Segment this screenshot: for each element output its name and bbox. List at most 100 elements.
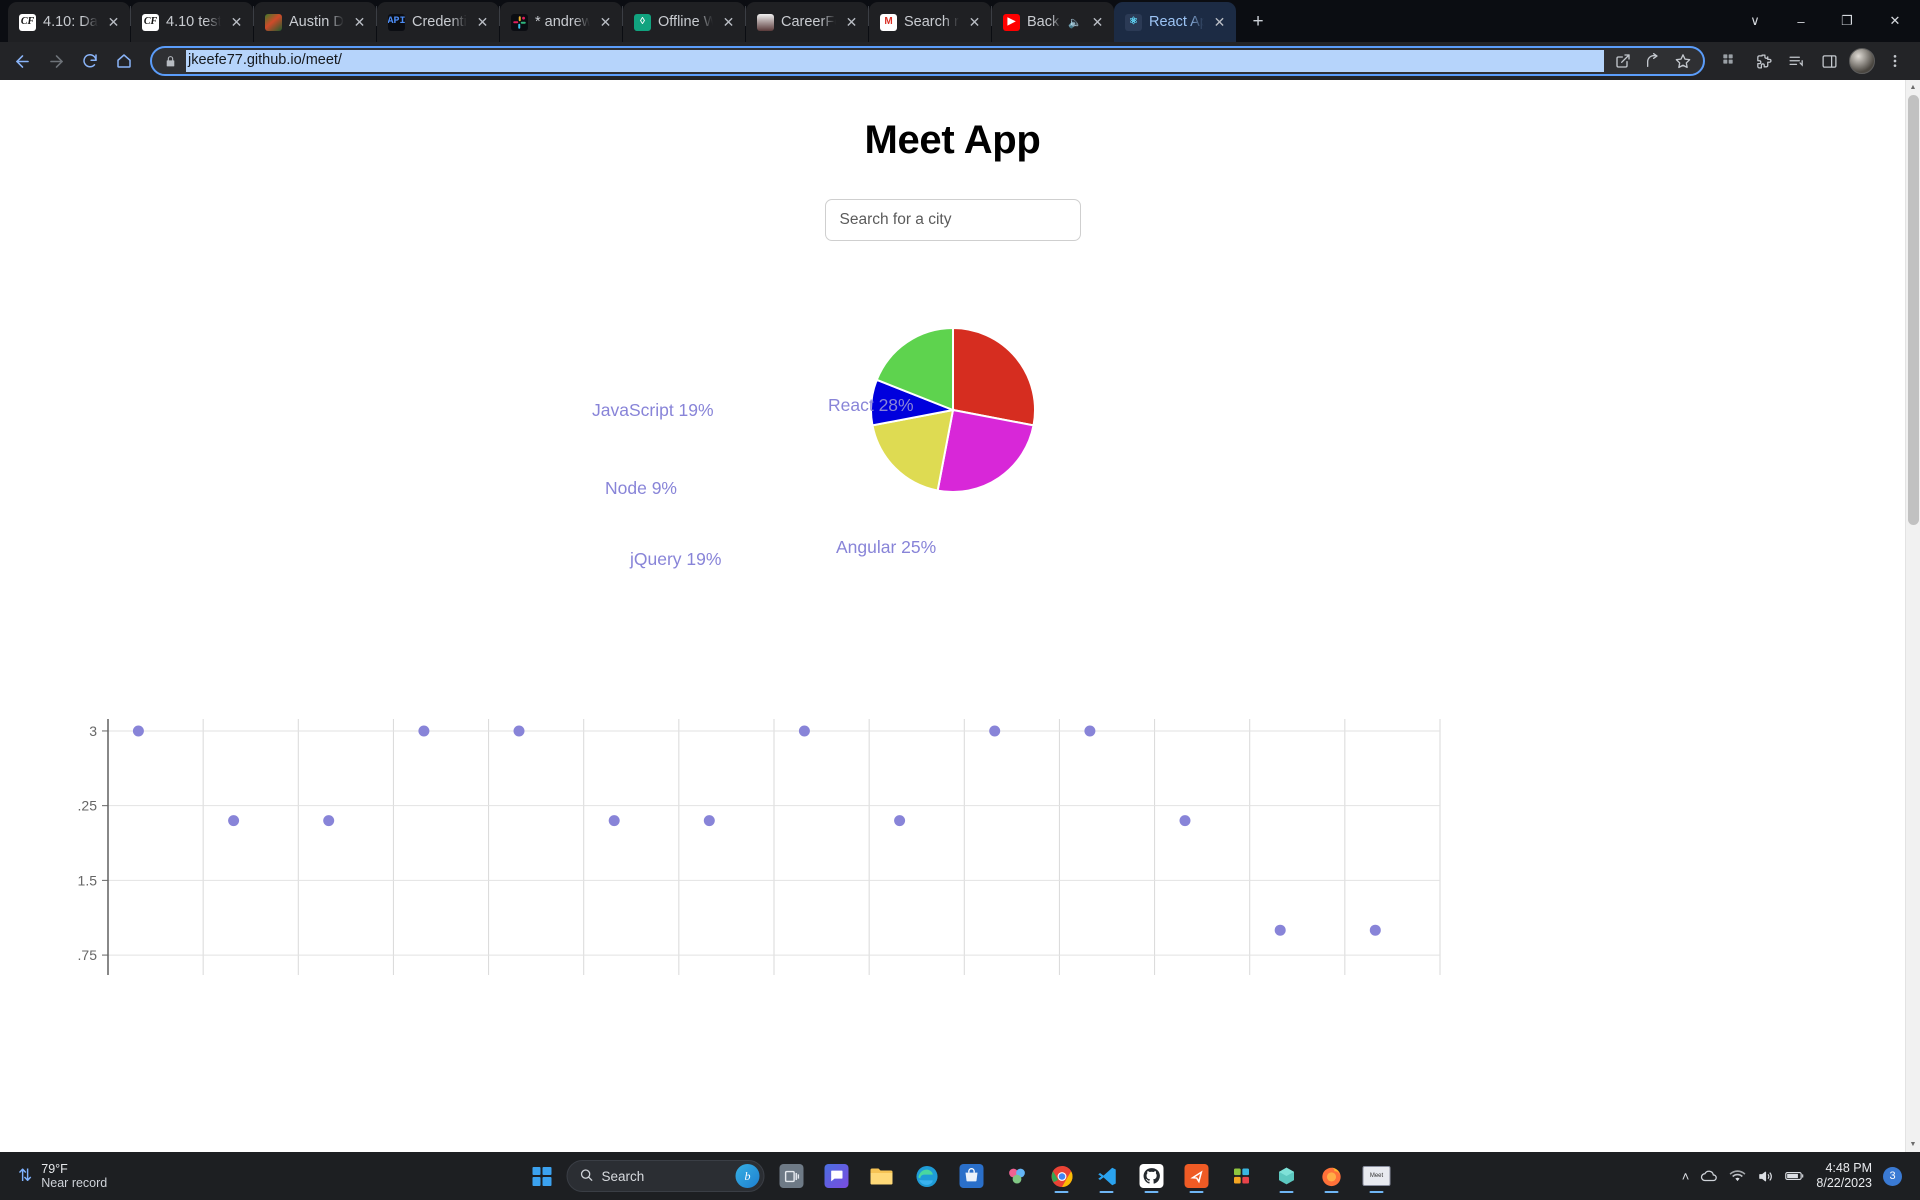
side-panel-icon[interactable]: [1814, 46, 1844, 76]
browser-tab-8[interactable]: ▶ Back To 🔈 ✕: [992, 2, 1114, 42]
careerfoundry-logo-icon: [757, 13, 774, 31]
taskbar-app-github-desktop[interactable]: [1134, 1158, 1170, 1194]
scatter-point[interactable]: [1369, 924, 1381, 936]
taskbar-app-file-explorer[interactable]: [864, 1158, 900, 1194]
scatter-point[interactable]: [1179, 815, 1191, 827]
tray-chevron-icon[interactable]: ˄: [1682, 1169, 1690, 1184]
close-icon[interactable]: ✕: [1089, 14, 1106, 31]
close-icon[interactable]: ✕: [1211, 14, 1228, 31]
star-icon[interactable]: [1673, 51, 1693, 71]
wifi-icon[interactable]: [1729, 1169, 1746, 1183]
windows-logo-icon: [532, 1166, 551, 1186]
scatter-point[interactable]: [703, 815, 715, 827]
careerfoundry-icon: CF: [142, 13, 159, 31]
taskbar-app-settings[interactable]: [1224, 1158, 1260, 1194]
city-search-input[interactable]: [824, 199, 1081, 241]
scatter-point[interactable]: [608, 815, 620, 827]
close-icon[interactable]: ✕: [474, 14, 491, 31]
bing-badge-icon[interactable]: b: [735, 1164, 760, 1188]
taskbar-app-postman[interactable]: [1179, 1158, 1215, 1194]
scatter-point[interactable]: [989, 725, 1001, 737]
new-tab-button[interactable]: +: [1243, 7, 1273, 37]
pie-label-angular: Angular 25%: [836, 537, 937, 557]
battery-icon[interactable]: [1785, 1170, 1805, 1182]
forward-icon[interactable]: [40, 45, 72, 77]
scatter-point[interactable]: [1084, 725, 1096, 737]
close-window-button[interactable]: ✕: [1870, 0, 1920, 42]
audio-playing-icon[interactable]: 🔈: [1068, 16, 1082, 29]
lock-icon[interactable]: [164, 55, 177, 68]
scatter-point[interactable]: [894, 815, 906, 827]
back-icon[interactable]: [6, 45, 38, 77]
taskbar-app-task-view[interactable]: [774, 1158, 810, 1194]
task-view-icon: [779, 1164, 804, 1188]
minimize-button[interactable]: –: [1778, 0, 1824, 42]
volume-icon[interactable]: [1757, 1169, 1774, 1184]
scatter-point[interactable]: [513, 725, 525, 737]
close-icon[interactable]: ✕: [843, 14, 860, 31]
close-icon[interactable]: ✕: [720, 14, 737, 31]
browser-tab-6[interactable]: CareerFoun ✕: [746, 2, 868, 42]
puzzle-icon[interactable]: [1748, 46, 1778, 76]
taskbar-app-chat[interactable]: [819, 1158, 855, 1194]
pie-slice-angular[interactable]: [935, 408, 1035, 493]
taskbar-app-unknown[interactable]: [1269, 1158, 1305, 1194]
taskbar-search-box[interactable]: Search b: [566, 1160, 765, 1192]
close-icon[interactable]: ✕: [351, 14, 368, 31]
cloud-icon[interactable]: [1700, 1169, 1718, 1183]
page-scrollbar[interactable]: ▲ ▼: [1905, 80, 1920, 1152]
close-icon[interactable]: ✕: [228, 14, 245, 31]
firefox-icon: [1320, 1164, 1344, 1188]
scrollbar-thumb[interactable]: [1908, 95, 1919, 525]
maximize-button[interactable]: ❐: [1824, 0, 1870, 42]
scatter-point[interactable]: [418, 725, 430, 737]
scatter-point[interactable]: [798, 725, 810, 737]
close-icon[interactable]: ✕: [966, 14, 983, 31]
window-controls: ∨ – ❐ ✕: [1732, 0, 1920, 42]
app-icon: [1275, 1164, 1299, 1188]
close-icon[interactable]: ✕: [105, 14, 122, 31]
close-icon[interactable]: ✕: [597, 14, 614, 31]
browser-tab-3[interactable]: API Credentials ✕: [377, 2, 499, 42]
scatter-point[interactable]: [132, 725, 144, 737]
pie-slice-react[interactable]: [951, 326, 1036, 427]
taskbar-clock[interactable]: 4:48 PM 8/22/2023: [1816, 1161, 1872, 1191]
scatter-point[interactable]: [323, 815, 335, 827]
browser-tab-1[interactable]: CF 4.10 testing ✕: [131, 2, 253, 42]
omnibox-actions: [1613, 51, 1695, 71]
start-button[interactable]: [526, 1160, 558, 1192]
taskbar-app-vs-code[interactable]: [1089, 1158, 1125, 1194]
edge-icon: [915, 1164, 939, 1188]
browser-tab-9-active[interactable]: ⚛ React App ✕: [1114, 2, 1236, 42]
taskbar-app-chrome[interactable]: [1044, 1158, 1080, 1194]
scroll-down-arrow[interactable]: ▼: [1906, 1137, 1920, 1152]
taskbar-app-photos[interactable]: [999, 1158, 1035, 1194]
open-in-new-icon[interactable]: [1613, 51, 1633, 71]
scatter-point[interactable]: [1274, 924, 1286, 936]
reading-list-icon[interactable]: [1781, 46, 1811, 76]
browser-tab-7[interactable]: M Search resu ✕: [869, 2, 991, 42]
scroll-up-arrow[interactable]: ▲: [1906, 80, 1920, 95]
restore-down-button[interactable]: ∨: [1732, 0, 1778, 42]
taskbar-app-edge[interactable]: [909, 1158, 945, 1194]
taskbar-app-meet-window[interactable]: Meet: [1359, 1158, 1395, 1194]
home-icon[interactable]: [108, 45, 140, 77]
weather-widget[interactable]: ⇅ 79°F Near record: [8, 1162, 198, 1191]
extensions-grid-icon[interactable]: [1715, 46, 1745, 76]
y-tick-label: 1.5: [78, 872, 98, 888]
profile-avatar[interactable]: [1847, 46, 1877, 76]
address-bar[interactable]: jkeefe77.github.io/meet/: [150, 46, 1705, 76]
reload-icon[interactable]: [74, 45, 106, 77]
taskbar-app-microsoft-store[interactable]: [954, 1158, 990, 1194]
three-dot-menu-icon[interactable]: [1880, 46, 1910, 76]
share-icon[interactable]: [1643, 51, 1663, 71]
tab-title: CareerFoun: [781, 14, 836, 30]
url-input[interactable]: jkeefe77.github.io/meet/: [186, 50, 1604, 72]
browser-tab-5[interactable]: ◊ Offline War ✕: [623, 2, 745, 42]
browser-tab-4[interactable]: * andrew m ✕: [500, 2, 622, 42]
browser-tab-2[interactable]: Austin DiVit ✕: [254, 2, 376, 42]
scatter-point[interactable]: [228, 815, 240, 827]
notification-badge[interactable]: 3: [1883, 1166, 1902, 1186]
browser-tab-0[interactable]: CF 4.10: Data V ✕: [8, 2, 130, 42]
taskbar-app-firefox[interactable]: [1314, 1158, 1350, 1194]
